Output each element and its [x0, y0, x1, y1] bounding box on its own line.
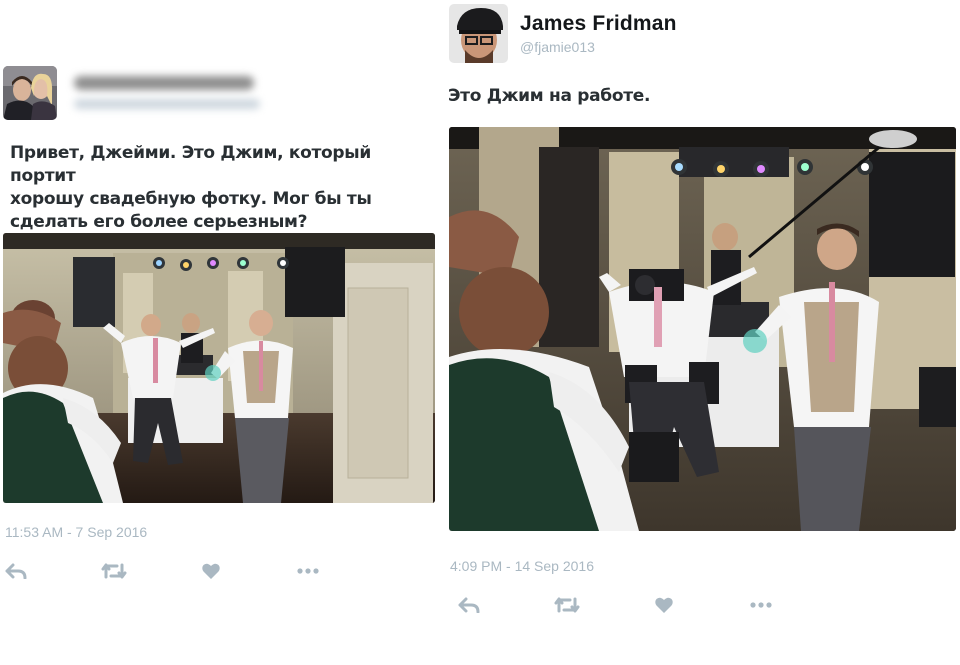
blurred-author-handle: [74, 99, 260, 109]
right-tweet-text: Это Джим на работе.: [448, 86, 651, 106]
more-icon[interactable]: [295, 561, 321, 581]
more-icon[interactable]: [748, 595, 774, 615]
blurred-author-name: [74, 76, 254, 90]
retweet-icon[interactable]: [554, 595, 580, 615]
right-avatar[interactable]: [449, 4, 508, 63]
author-name[interactable]: James Fridman: [520, 12, 677, 36]
right-timestamp[interactable]: 4:09 PM - 14 Sep 2016: [450, 558, 594, 574]
tweet-text-line: Привет, Джейми. Это Джим, который портит: [10, 143, 371, 186]
tweet-text-line: сделать его более серьезным?: [10, 212, 308, 232]
left-tweet-text: Привет, Джейми. Это Джим, который портит…: [10, 142, 435, 234]
like-icon[interactable]: [198, 561, 224, 581]
left-avatar[interactable]: [3, 66, 57, 120]
retweet-icon[interactable]: [101, 561, 127, 581]
tweet-text-line: хорошу свадебную фотку. Мог бы ты: [10, 189, 372, 209]
left-timestamp[interactable]: 11:53 AM - 7 Sep 2016: [5, 524, 147, 540]
reply-tweet: James Fridman @fjamie013 Это Джим на раб…: [446, 0, 960, 665]
reply-icon[interactable]: [3, 561, 29, 581]
right-tweet-photo[interactable]: [449, 127, 956, 531]
like-icon[interactable]: [651, 595, 677, 615]
left-tweet-photo[interactable]: [3, 233, 435, 503]
reply-icon[interactable]: [456, 595, 482, 615]
original-tweet: Привет, Джейми. Это Джим, который портит…: [0, 0, 440, 665]
author-handle[interactable]: @fjamie013: [520, 39, 595, 55]
